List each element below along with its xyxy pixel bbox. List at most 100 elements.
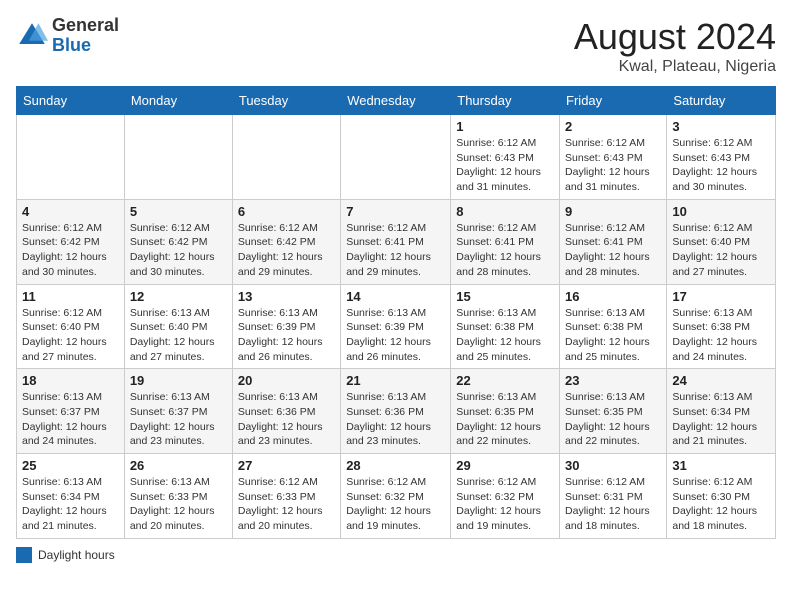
calendar-cell: 20Sunrise: 6:13 AM Sunset: 6:36 PM Dayli…	[232, 369, 340, 454]
day-number: 17	[672, 289, 770, 304]
day-number: 7	[346, 204, 445, 219]
calendar-cell: 22 Sunrise: 6:13 AM Sunset: 6:35 PM Dayli…	[451, 369, 560, 454]
calendar-header-row: SundayMondayTuesdayWednesdayThursdayFrid…	[17, 87, 776, 115]
day-info: Sunrise: 6:12 AM Sunset: 6:43 PM Dayligh…	[565, 136, 661, 195]
day-info: Sunrise: 6:12 AM Sunset: 6:41 PM Dayligh…	[565, 221, 661, 280]
day-number: 3	[672, 119, 770, 134]
calendar-cell: 3 Sunrise: 6:12 AM Sunset: 6:43 PM Daylig…	[667, 115, 776, 200]
calendar-header-friday: Friday	[560, 87, 667, 115]
calendar-week-row: 18 Sunrise: 6:13 AM Sunset: 6:37 PM Dayli…	[17, 369, 776, 454]
day-number: 2	[565, 119, 661, 134]
calendar-table: SundayMondayTuesdayWednesdayThursdayFrid…	[16, 86, 776, 539]
calendar-cell: 4 Sunrise: 6:12 AM Sunset: 6:42 PM Daylig…	[17, 199, 125, 284]
day-info: Sunrise: 6:12 AM Sunset: 6:30 PM Dayligh…	[672, 475, 770, 534]
day-info: Sunrise: 6:12 AM Sunset: 6:33 PM Dayligh…	[238, 475, 335, 534]
calendar-cell: 27 Sunrise: 6:12 AM Sunset: 6:33 PM Dayli…	[232, 454, 340, 539]
calendar-cell: 23 Sunrise: 6:13 AM Sunset: 6:35 PM Dayli…	[560, 369, 667, 454]
day-number: 24	[672, 373, 770, 388]
logo-icon	[16, 20, 48, 52]
day-info: Sunrise: 6:12 AM Sunset: 6:40 PM Dayligh…	[672, 221, 770, 280]
calendar-cell: 30Sunrise: 6:12 AM Sunset: 6:31 PM Dayli…	[560, 454, 667, 539]
day-number: 31	[672, 458, 770, 473]
day-number: 28	[346, 458, 445, 473]
day-info: Sunrise: 6:12 AM Sunset: 6:41 PM Dayligh…	[456, 221, 554, 280]
day-number: 9	[565, 204, 661, 219]
day-info: Sunrise: 6:12 AM Sunset: 6:42 PM Dayligh…	[22, 221, 119, 280]
day-number: 14	[346, 289, 445, 304]
calendar-cell: 12Sunrise: 6:13 AM Sunset: 6:40 PM Dayli…	[124, 284, 232, 369]
main-title: August 2024	[574, 16, 776, 58]
day-number: 19	[130, 373, 227, 388]
day-info: Sunrise: 6:13 AM Sunset: 6:35 PM Dayligh…	[565, 390, 661, 449]
day-info: Sunrise: 6:13 AM Sunset: 6:38 PM Dayligh…	[456, 306, 554, 365]
calendar-cell: 29 Sunrise: 6:12 AM Sunset: 6:32 PM Dayli…	[451, 454, 560, 539]
calendar-cell	[341, 115, 451, 200]
day-number: 29	[456, 458, 554, 473]
calendar-cell: 11 Sunrise: 6:12 AM Sunset: 6:40 PM Dayli…	[17, 284, 125, 369]
calendar-cell: 28 Sunrise: 6:12 AM Sunset: 6:32 PM Dayli…	[341, 454, 451, 539]
day-info: Sunrise: 6:12 AM Sunset: 6:40 PM Dayligh…	[22, 306, 119, 365]
day-info: Sunrise: 6:13 AM Sunset: 6:37 PM Dayligh…	[22, 390, 119, 449]
day-number: 27	[238, 458, 335, 473]
calendar-week-row: 4 Sunrise: 6:12 AM Sunset: 6:42 PM Daylig…	[17, 199, 776, 284]
day-number: 15	[456, 289, 554, 304]
day-number: 10	[672, 204, 770, 219]
title-area: August 2024 Kwal, Plateau, Nigeria	[574, 16, 776, 76]
day-info: Sunrise: 6:12 AM Sunset: 6:32 PM Dayligh…	[346, 475, 445, 534]
day-info: Sunrise: 6:13 AM Sunset: 6:36 PM Dayligh…	[238, 390, 335, 449]
legend-label: Daylight hours	[38, 548, 115, 562]
day-info: Sunrise: 6:12 AM Sunset: 6:41 PM Dayligh…	[346, 221, 445, 280]
day-info: Sunrise: 6:12 AM Sunset: 6:43 PM Dayligh…	[672, 136, 770, 195]
calendar-week-row: 11 Sunrise: 6:12 AM Sunset: 6:40 PM Dayli…	[17, 284, 776, 369]
day-info: Sunrise: 6:13 AM Sunset: 6:38 PM Dayligh…	[672, 306, 770, 365]
day-number: 4	[22, 204, 119, 219]
calendar-cell: 9 Sunrise: 6:12 AM Sunset: 6:41 PM Daylig…	[560, 199, 667, 284]
calendar-cell: 26Sunrise: 6:13 AM Sunset: 6:33 PM Dayli…	[124, 454, 232, 539]
calendar-cell: 7 Sunrise: 6:12 AM Sunset: 6:41 PM Daylig…	[341, 199, 451, 284]
calendar-cell: 24 Sunrise: 6:13 AM Sunset: 6:34 PM Dayli…	[667, 369, 776, 454]
day-info: Sunrise: 6:12 AM Sunset: 6:43 PM Dayligh…	[456, 136, 554, 195]
calendar-cell: 6 Sunrise: 6:12 AM Sunset: 6:42 PM Daylig…	[232, 199, 340, 284]
logo: General Blue	[16, 16, 119, 56]
logo-text: General Blue	[52, 16, 119, 56]
calendar-header-saturday: Saturday	[667, 87, 776, 115]
day-number: 25	[22, 458, 119, 473]
day-info: Sunrise: 6:12 AM Sunset: 6:42 PM Dayligh…	[238, 221, 335, 280]
calendar-cell: 19Sunrise: 6:13 AM Sunset: 6:37 PM Dayli…	[124, 369, 232, 454]
day-number: 30	[565, 458, 661, 473]
day-info: Sunrise: 6:13 AM Sunset: 6:34 PM Dayligh…	[672, 390, 770, 449]
calendar-cell: 21 Sunrise: 6:13 AM Sunset: 6:36 PM Dayli…	[341, 369, 451, 454]
sub-title: Kwal, Plateau, Nigeria	[574, 58, 776, 76]
calendar-cell: 25Sunrise: 6:13 AM Sunset: 6:34 PM Dayli…	[17, 454, 125, 539]
calendar-header-tuesday: Tuesday	[232, 87, 340, 115]
day-number: 18	[22, 373, 119, 388]
calendar-cell: 16Sunrise: 6:13 AM Sunset: 6:38 PM Dayli…	[560, 284, 667, 369]
calendar-header-thursday: Thursday	[451, 87, 560, 115]
day-number: 13	[238, 289, 335, 304]
day-info: Sunrise: 6:13 AM Sunset: 6:39 PM Dayligh…	[346, 306, 445, 365]
day-number: 22	[456, 373, 554, 388]
day-info: Sunrise: 6:12 AM Sunset: 6:32 PM Dayligh…	[456, 475, 554, 534]
day-info: Sunrise: 6:12 AM Sunset: 6:42 PM Dayligh…	[130, 221, 227, 280]
calendar-header-monday: Monday	[124, 87, 232, 115]
day-info: Sunrise: 6:13 AM Sunset: 6:35 PM Dayligh…	[456, 390, 554, 449]
calendar-header-wednesday: Wednesday	[341, 87, 451, 115]
calendar-cell: 8 Sunrise: 6:12 AM Sunset: 6:41 PM Daylig…	[451, 199, 560, 284]
day-number: 12	[130, 289, 227, 304]
day-number: 6	[238, 204, 335, 219]
calendar-week-row: 1 Sunrise: 6:12 AM Sunset: 6:43 PM Daylig…	[17, 115, 776, 200]
legend-color-box	[16, 547, 32, 563]
day-number: 23	[565, 373, 661, 388]
calendar-cell: 10 Sunrise: 6:12 AM Sunset: 6:40 PM Dayli…	[667, 199, 776, 284]
day-number: 8	[456, 204, 554, 219]
calendar-cell: 1 Sunrise: 6:12 AM Sunset: 6:43 PM Daylig…	[451, 115, 560, 200]
calendar-cell	[232, 115, 340, 200]
day-number: 1	[456, 119, 554, 134]
day-number: 16	[565, 289, 661, 304]
calendar-cell: 13Sunrise: 6:13 AM Sunset: 6:39 PM Dayli…	[232, 284, 340, 369]
day-info: Sunrise: 6:13 AM Sunset: 6:36 PM Dayligh…	[346, 390, 445, 449]
day-number: 11	[22, 289, 119, 304]
calendar-cell	[17, 115, 125, 200]
day-info: Sunrise: 6:13 AM Sunset: 6:33 PM Dayligh…	[130, 475, 227, 534]
day-number: 21	[346, 373, 445, 388]
